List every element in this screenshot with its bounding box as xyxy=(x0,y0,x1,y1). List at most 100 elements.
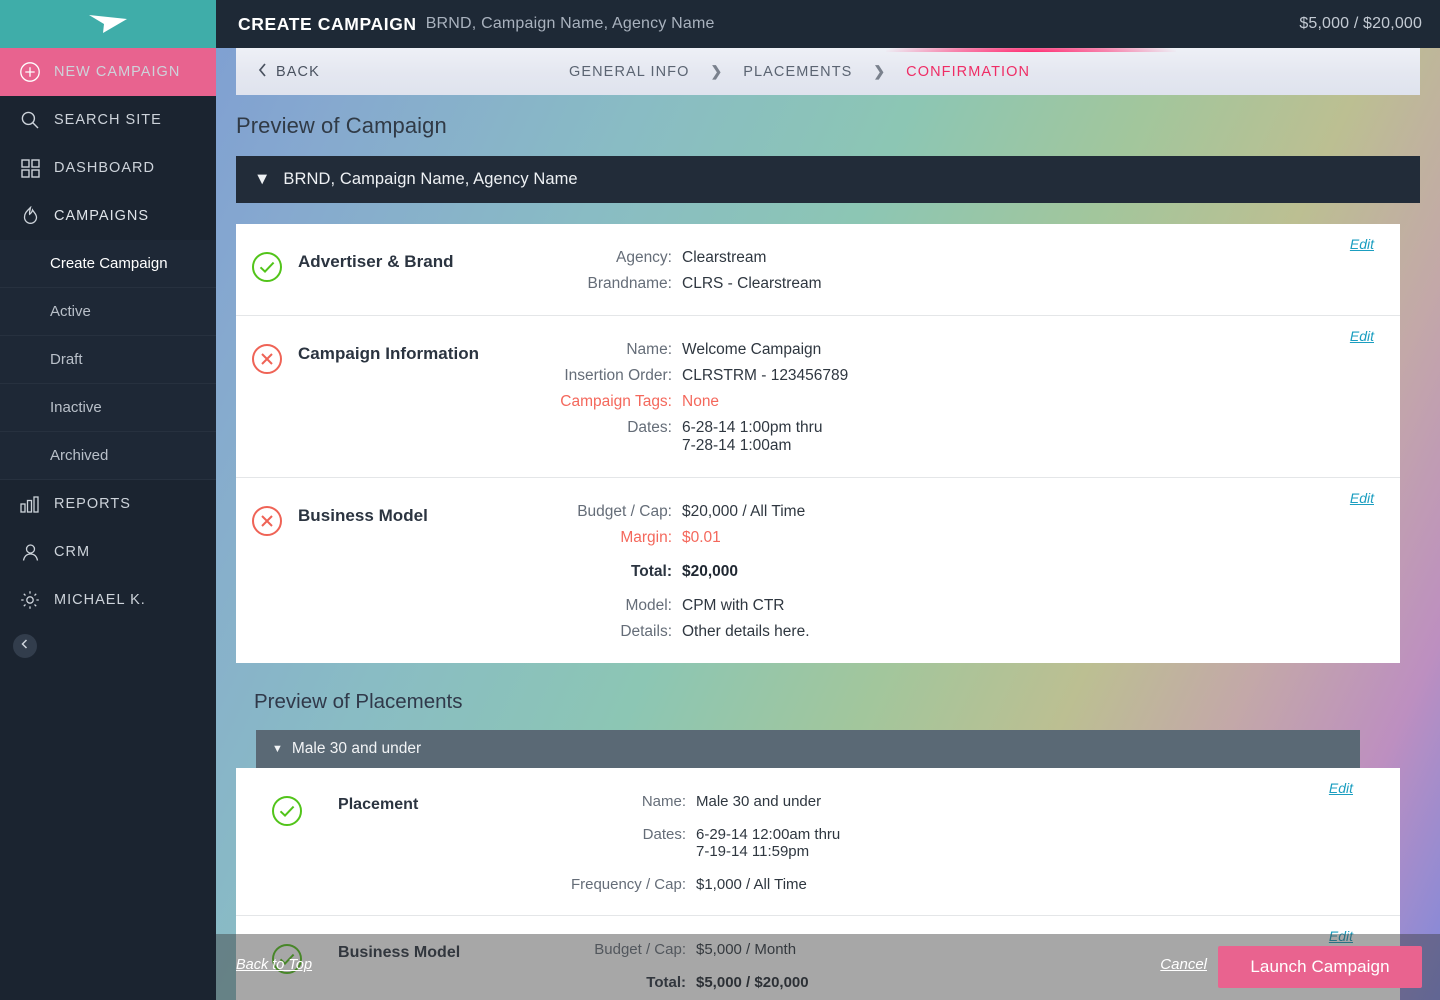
sidebar-item-crm[interactable]: CRM xyxy=(0,528,216,576)
placement-group-header[interactable]: ▼ Male 30 and under xyxy=(256,730,1360,768)
section-fields: Budget / Cap: $20,000 / All Time Margin:… xyxy=(506,503,1400,641)
field-value: 6-29-14 12:00am thru 7-19-14 11:59pm xyxy=(686,826,840,860)
field-key: Name: xyxy=(626,341,672,358)
breadcrumb-step-confirmation[interactable]: CONFIRMATION xyxy=(906,64,1030,80)
sidebar-item-draft[interactable]: Draft xyxy=(0,336,216,384)
launch-campaign-button[interactable]: Launch Campaign xyxy=(1218,946,1422,988)
field-row-total: Total: $20,000 xyxy=(506,563,1400,581)
field-value: CPM with CTR xyxy=(682,597,785,614)
field-key: Insertion Order: xyxy=(564,367,672,384)
field-value: $20,000 xyxy=(682,563,739,580)
section-advertiser-brand: Advertiser & Brand Agency: Clearstream B… xyxy=(236,224,1400,316)
top-bar: CREATE CAMPAIGN BRND, Campaign Name, Age… xyxy=(216,0,1440,48)
sidebar-item-reports[interactable]: REPORTS xyxy=(0,480,216,528)
date-start: 6-29-14 12:00am thru xyxy=(696,826,841,843)
field-key: Dates: xyxy=(627,419,672,436)
edit-link-placement[interactable]: Edit xyxy=(1329,780,1353,796)
field-row: Agency: Clearstream xyxy=(506,249,1400,267)
gear-icon xyxy=(14,590,46,610)
field-key: Campaign Tags: xyxy=(560,393,672,410)
sidebar-item-campaigns[interactable]: CAMPAIGNS xyxy=(0,192,216,240)
sidebar-item-archived[interactable]: Archived xyxy=(0,432,216,480)
sidebar-item-create-campaign[interactable]: Create Campaign xyxy=(0,240,216,288)
field-key: Margin: xyxy=(620,529,672,546)
field-value: $20,000 / All Time xyxy=(682,503,806,520)
field-key: Name: xyxy=(641,793,686,810)
section-campaign-information: Campaign Information Name: Welcome Campa… xyxy=(236,316,1400,478)
field-key: Brandname: xyxy=(587,275,672,292)
grid-icon xyxy=(14,158,46,178)
section-fields: Agency: Clearstream Brandname: CLRS - Cl… xyxy=(506,249,1400,293)
subnav-label: Active xyxy=(50,303,91,320)
placements-heading: Preview of Placements xyxy=(254,690,463,713)
cancel-link[interactable]: Cancel xyxy=(1160,956,1207,973)
date-end: 7-28-14 1:00am xyxy=(682,437,792,454)
breadcrumb: BACK GENERAL INFO ❯ PLACEMENTS ❯ CONFIRM… xyxy=(236,48,1420,95)
field-key: Budget / Cap: xyxy=(577,503,672,520)
field-key: Frequency / Cap: xyxy=(570,876,686,893)
chevron-left-circle-icon xyxy=(19,637,31,655)
field-value: CLRSTRM - 123456789 xyxy=(682,367,849,384)
subnav-label: Inactive xyxy=(50,399,102,416)
sidebar-item-dashboard[interactable]: DASHBOARD xyxy=(0,144,216,192)
field-row: Name: Welcome Campaign xyxy=(506,341,1400,359)
campaign-subtitle: BRND, Campaign Name, Agency Name xyxy=(425,15,715,32)
breadcrumb-step-general-info[interactable]: GENERAL INFO xyxy=(569,64,689,80)
field-key: Details: xyxy=(620,623,672,640)
field-value: Clearstream xyxy=(682,249,767,266)
budget-indicator: $5,000 / $20,000 xyxy=(1299,15,1422,32)
subnav-label: Draft xyxy=(50,351,83,368)
field-value: Other details here. xyxy=(682,623,810,640)
bar-chart-icon xyxy=(14,495,46,513)
preview-heading: Preview of Campaign xyxy=(236,113,447,138)
sidebar-item-active[interactable]: Active xyxy=(0,288,216,336)
field-key: Total: xyxy=(630,563,672,580)
breadcrumb-step-placements[interactable]: PLACEMENTS xyxy=(743,64,852,80)
subnav-label: Archived xyxy=(50,447,109,464)
campaigns-subnav: Create Campaign Active Draft Inactive Ar… xyxy=(0,240,216,480)
sidebar-item-search-site[interactable]: SEARCH SITE xyxy=(0,96,216,144)
sidebar-item-label: DASHBOARD xyxy=(54,160,155,176)
field-row: Frequency / Cap: $1,000 / All Time xyxy=(538,876,1400,893)
field-row: Model: CPM with CTR xyxy=(506,597,1400,615)
status-error-icon xyxy=(236,503,298,641)
footer-action-bar: Back to Top Cancel Launch Campaign xyxy=(216,934,1440,1000)
back-to-top-link[interactable]: Back to Top xyxy=(236,957,312,973)
sidebar-item-michael-k[interactable]: MICHAEL K. xyxy=(0,576,216,624)
status-ok-icon xyxy=(236,249,298,293)
sidebar-item-label: REPORTS xyxy=(54,496,131,512)
breadcrumb-separator: ❯ xyxy=(710,63,723,79)
breadcrumb-separator: ❯ xyxy=(873,63,886,79)
app-root: NEW CAMPAIGN SEARCH SITE DASHBOARD CAMPA… xyxy=(0,0,1440,1000)
logo-bar[interactable] xyxy=(0,0,216,48)
chevron-left-icon xyxy=(258,62,267,81)
section-title: Placement xyxy=(338,796,419,813)
sidebar-item-inactive[interactable]: Inactive xyxy=(0,384,216,432)
field-row: Insertion Order: CLRSTRM - 123456789 xyxy=(506,367,1400,385)
breadcrumb-steps: GENERAL INFO ❯ PLACEMENTS ❯ CONFIRMATION xyxy=(569,63,1030,80)
sidebar-item-label: CRM xyxy=(54,544,91,560)
paper-plane-icon xyxy=(89,15,127,33)
edit-link-advertiser-brand[interactable]: Edit xyxy=(1350,236,1374,252)
flame-icon xyxy=(14,206,46,226)
user-icon xyxy=(14,543,46,562)
field-value: 6-28-14 1:00pm thru 7-28-14 1:00am xyxy=(672,419,822,455)
field-value: Male 30 and under xyxy=(696,793,822,810)
sidebar-item-label: NEW CAMPAIGN xyxy=(54,64,181,80)
field-value: None xyxy=(682,393,720,410)
sidebar-item-label: SEARCH SITE xyxy=(54,112,162,128)
campaign-card: Advertiser & Brand Agency: Clearstream B… xyxy=(236,224,1400,663)
edit-link-campaign-information[interactable]: Edit xyxy=(1350,328,1374,344)
sidebar-item-new-campaign[interactable]: NEW CAMPAIGN xyxy=(0,48,216,96)
sidebar: NEW CAMPAIGN SEARCH SITE DASHBOARD CAMPA… xyxy=(0,0,216,1000)
status-ok-icon xyxy=(236,793,338,893)
section-title: Business Model xyxy=(298,506,428,525)
sidebar-collapse-button[interactable] xyxy=(13,634,37,658)
back-button[interactable]: BACK xyxy=(258,62,320,81)
caret-down-icon: ▼ xyxy=(254,170,271,188)
edit-link-business-model[interactable]: Edit xyxy=(1350,490,1374,506)
field-value: $1,000 / All Time xyxy=(696,876,807,893)
campaign-panel-header[interactable]: ▼ BRND, Campaign Name, Agency Name xyxy=(236,156,1420,203)
back-label: BACK xyxy=(276,63,320,80)
field-key: Model: xyxy=(625,597,672,614)
